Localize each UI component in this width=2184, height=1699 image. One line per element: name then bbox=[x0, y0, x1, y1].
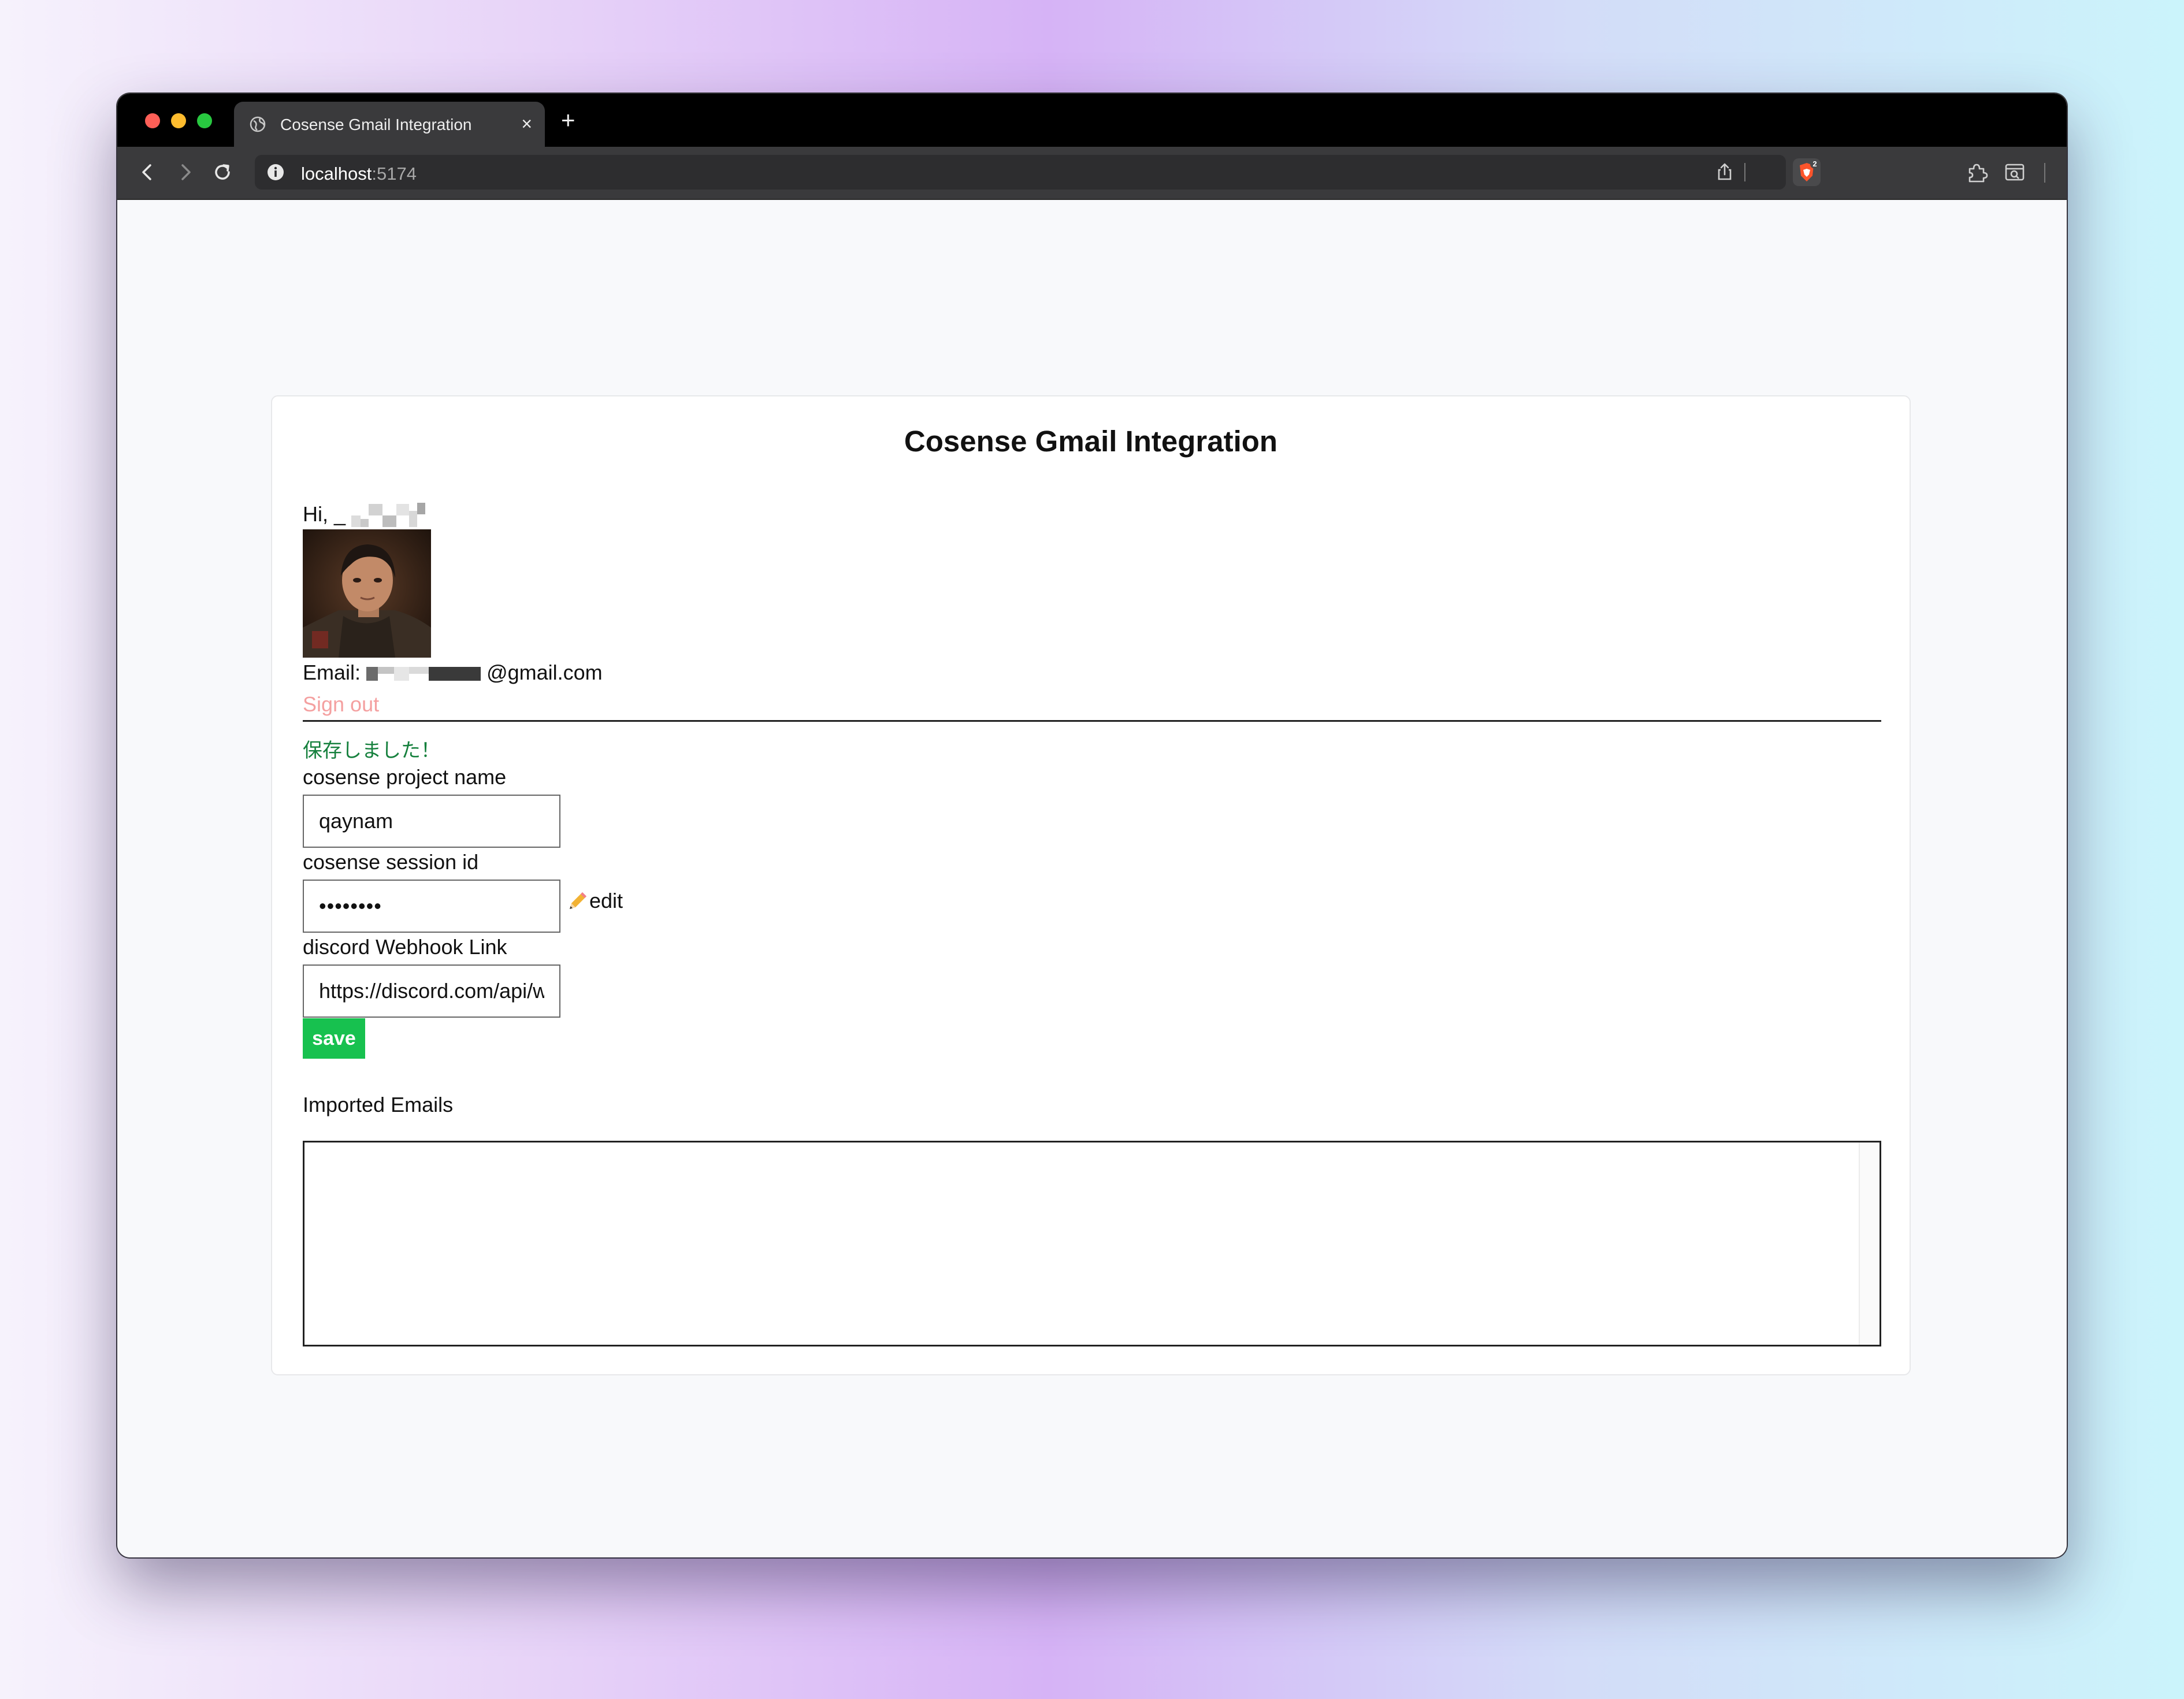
redacted-name bbox=[351, 503, 426, 528]
greeting-text: Hi, _ bbox=[303, 502, 346, 526]
imported-emails-scrollbar[interactable] bbox=[1859, 1142, 1880, 1345]
extensions-icon[interactable] bbox=[1964, 159, 1989, 185]
email-line: Email: @gmail.com bbox=[303, 661, 603, 685]
redacted-email bbox=[366, 667, 481, 681]
address-bar[interactable]: localhost:5174 bbox=[255, 155, 1786, 190]
webhook-label: discord Webhook Link bbox=[303, 935, 507, 959]
tab-cosense-gmail-integration[interactable]: Cosense Gmail Integration × bbox=[234, 102, 545, 147]
globe-icon bbox=[250, 116, 266, 132]
saved-message: 保存しました！ bbox=[303, 740, 440, 762]
info-icon[interactable] bbox=[266, 163, 285, 181]
tab-close-icon[interactable]: × bbox=[521, 112, 532, 135]
save-button[interactable]: save bbox=[303, 1018, 365, 1059]
project-name-input[interactable] bbox=[303, 795, 560, 848]
browser-window: Cosense Gmail Integration × + localhost:… bbox=[117, 94, 2067, 1557]
divider bbox=[303, 720, 1881, 722]
edit-session-id-button[interactable]: edit bbox=[566, 889, 623, 913]
browser-toolbar: localhost:5174 2 bbox=[117, 147, 2067, 200]
share-icon[interactable] bbox=[1712, 159, 1737, 185]
imported-emails-box[interactable] bbox=[303, 1141, 1881, 1346]
sign-out-link[interactable]: Sign out bbox=[303, 692, 379, 717]
new-tab-button[interactable]: + bbox=[561, 106, 575, 134]
forward-icon[interactable] bbox=[174, 161, 197, 184]
sidebar-icon[interactable] bbox=[2064, 159, 2067, 185]
email-label: Email: bbox=[303, 661, 361, 684]
zoom-window-button[interactable] bbox=[197, 113, 212, 128]
webhook-input[interactable] bbox=[303, 965, 560, 1018]
session-id-input[interactable] bbox=[303, 880, 560, 933]
url-host: localhost bbox=[301, 164, 372, 184]
integration-card: Cosense Gmail Integration Hi, _ Email: @… bbox=[271, 395, 1911, 1375]
email-domain: @gmail.com bbox=[486, 661, 603, 684]
back-icon[interactable] bbox=[136, 161, 159, 184]
url-text: localhost:5174 bbox=[301, 164, 417, 184]
title-bar: Cosense Gmail Integration × + bbox=[117, 94, 2067, 147]
close-window-button[interactable] bbox=[145, 113, 160, 128]
minimize-window-button[interactable] bbox=[171, 113, 186, 128]
imported-emails-label: Imported Emails bbox=[303, 1093, 454, 1116]
edit-label: edit bbox=[589, 889, 623, 912]
toolbar-divider bbox=[1744, 163, 1745, 181]
page-title: Cosense Gmail Integration bbox=[904, 425, 1278, 458]
toolbar-divider-2 bbox=[2044, 163, 2045, 183]
screenshot-icon[interactable] bbox=[2002, 159, 2027, 185]
avatar bbox=[303, 529, 431, 658]
tab-title: Cosense Gmail Integration bbox=[280, 116, 472, 133]
pencil-icon bbox=[570, 892, 586, 909]
page-content: Cosense Gmail Integration Hi, _ Email: @… bbox=[117, 200, 2067, 1557]
greeting: Hi, _ bbox=[303, 502, 426, 528]
reload-icon[interactable] bbox=[211, 161, 234, 184]
brave-shields-icon[interactable]: 2 bbox=[1792, 157, 1822, 187]
session-id-label: cosense session id bbox=[303, 850, 479, 874]
shields-badge: 2 bbox=[1812, 159, 1817, 168]
url-port: :5174 bbox=[372, 164, 417, 184]
project-name-label: cosense project name bbox=[303, 765, 507, 789]
